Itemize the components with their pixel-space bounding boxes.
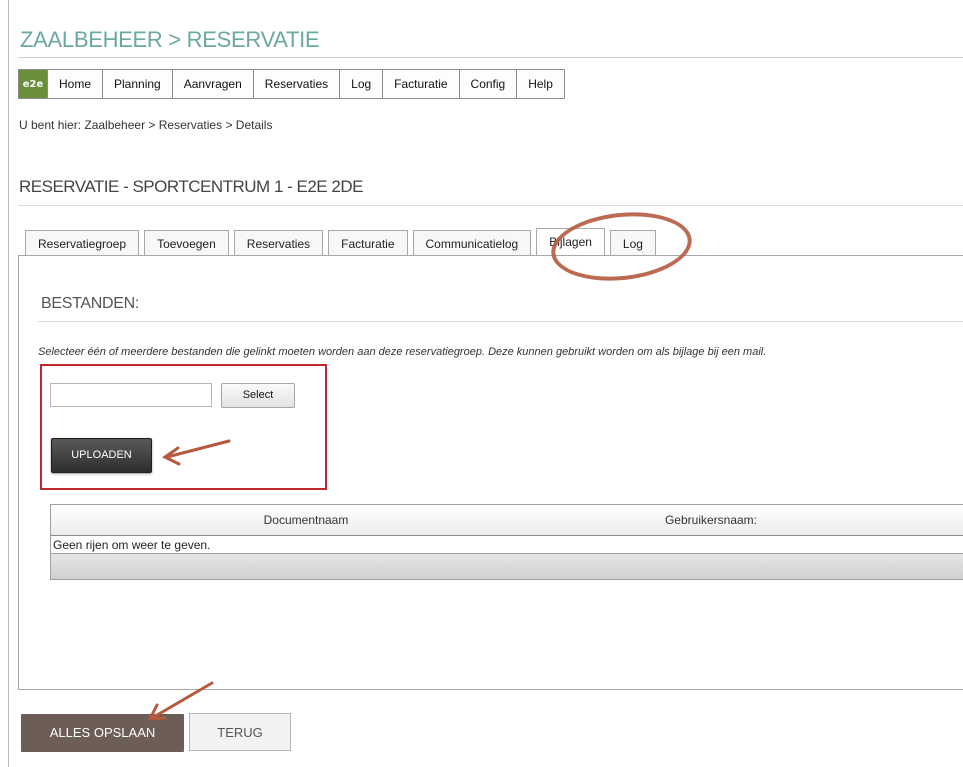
section-title: BESTANDEN:	[41, 295, 140, 312]
save-all-button[interactable]: ALLES OPSLAAN	[21, 714, 184, 752]
window-left-border	[8, 0, 9, 767]
breadcrumb: U bent hier: Zaalbeheer > Reservaties > …	[19, 118, 273, 132]
app-title: ZAALBEHEER > RESERVATIE	[20, 27, 320, 52]
annotation-highlight-box	[40, 364, 327, 490]
tab-toevoegen[interactable]: Toevoegen	[144, 230, 229, 256]
grid-footer	[51, 554, 963, 579]
menu-item-help[interactable]: Help	[517, 70, 564, 98]
section-divider	[38, 321, 963, 322]
tab-facturatie[interactable]: Facturatie	[328, 230, 408, 256]
menu-item-log[interactable]: Log	[340, 70, 384, 98]
instruction-text: Selecteer één of meerdere bestanden die …	[38, 346, 767, 358]
column-header-documentnaam[interactable]: Documentnaam	[51, 505, 561, 535]
main-menu: e2e Home Planning Aanvragen Reservaties …	[18, 69, 565, 99]
menu-item-config[interactable]: Config	[460, 70, 518, 98]
page-title: RESERVATIE - SPORTCENTRUM 1 - E2E 2DE	[19, 177, 363, 196]
menu-item-aanvragen[interactable]: Aanvragen	[173, 70, 254, 98]
tab-communicatielog[interactable]: Communicatielog	[412, 230, 532, 256]
column-header-gebruikersnaam[interactable]: Gebruikersnaam:	[561, 505, 861, 535]
title-divider	[18, 57, 963, 58]
tab-reservatiegroep[interactable]: Reservatiegroep	[25, 230, 140, 256]
menu-item-planning[interactable]: Planning	[103, 70, 173, 98]
documents-grid: Documentnaam Gebruikersnaam: Geen rijen …	[50, 504, 963, 580]
grid-empty-message: Geen rijen om weer te geven.	[51, 536, 963, 554]
tab-reservaties[interactable]: Reservaties	[233, 230, 324, 256]
e2e-logo-icon: e2e	[19, 70, 48, 98]
menu-item-facturatie[interactable]: Facturatie	[383, 70, 460, 98]
back-button[interactable]: TERUG	[189, 713, 291, 751]
menu-item-reservaties[interactable]: Reservaties	[254, 70, 341, 98]
grid-header: Documentnaam Gebruikersnaam:	[51, 505, 963, 536]
menu-item-home[interactable]: Home	[48, 70, 104, 98]
page-title-divider	[18, 205, 963, 206]
